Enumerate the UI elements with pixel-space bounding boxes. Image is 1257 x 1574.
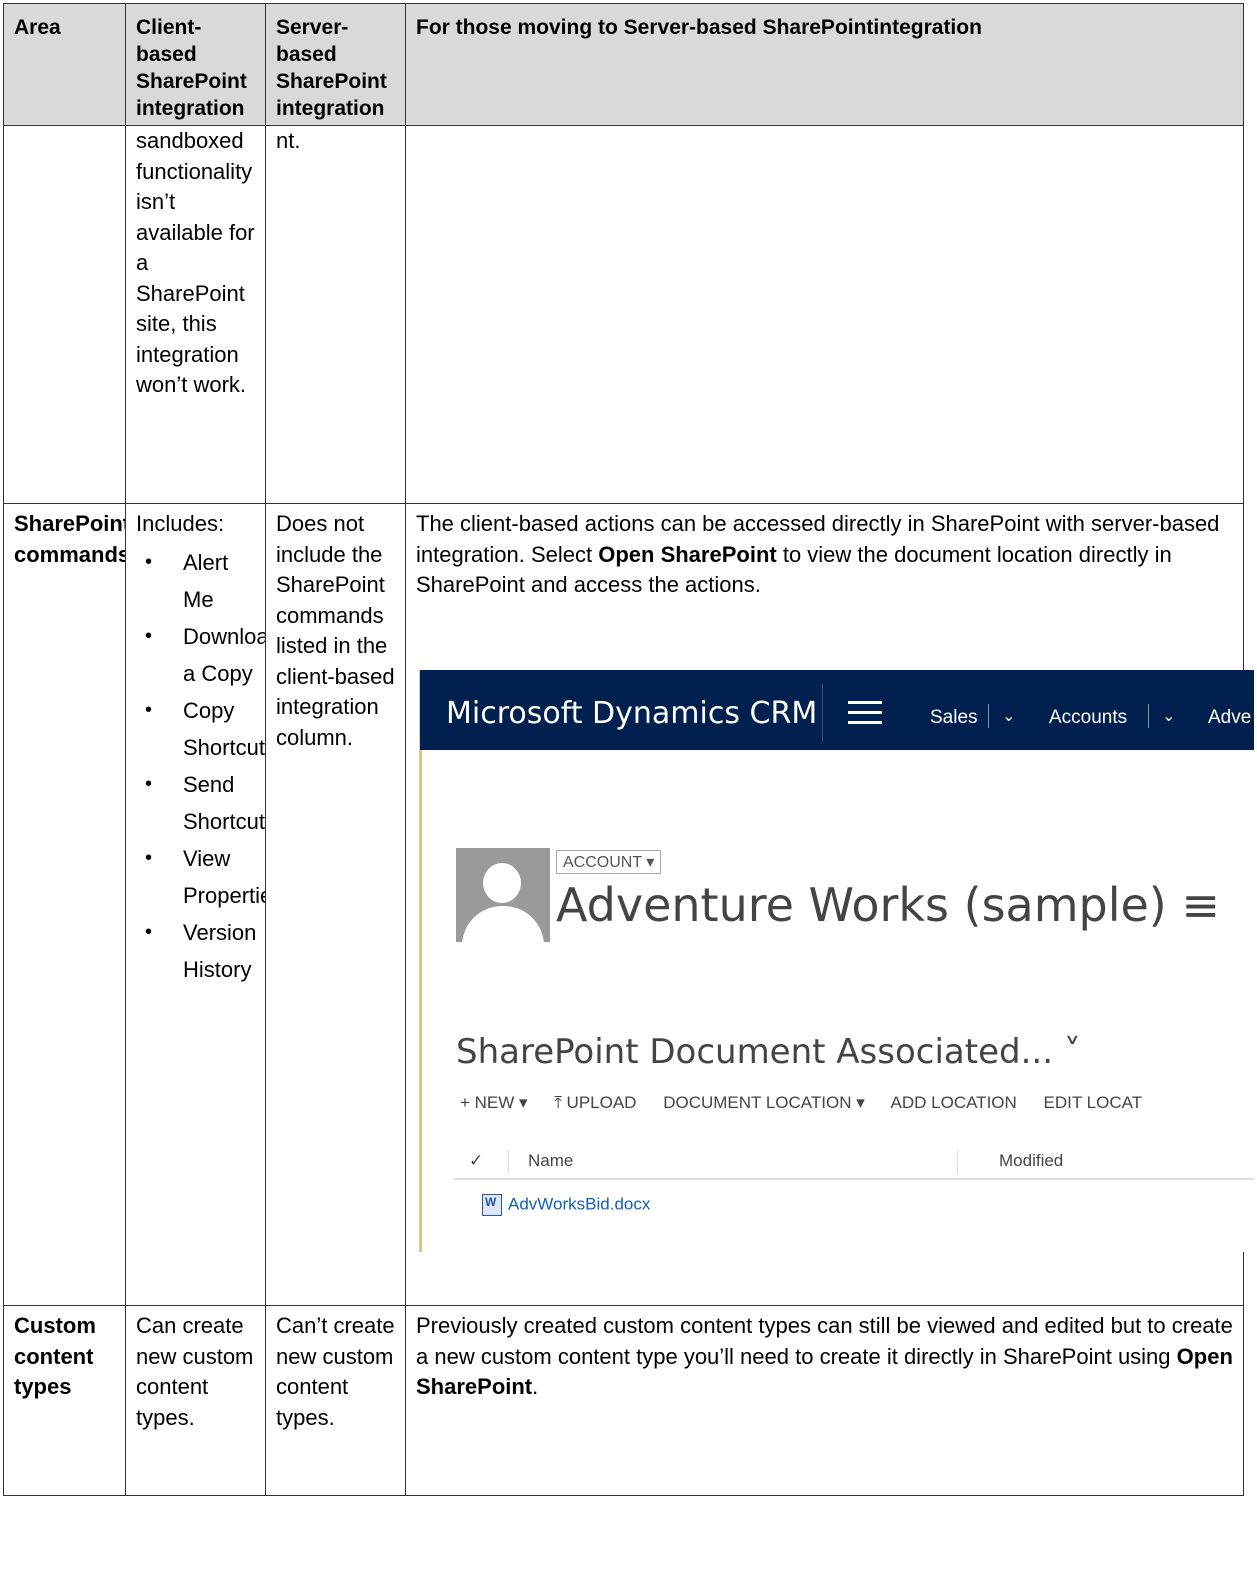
upload-button[interactable]: ⤒ UPLOAD <box>554 1093 636 1112</box>
cell-area: Custom content types <box>3 1305 126 1496</box>
list-item: View Properties <box>136 840 265 914</box>
navbar-divider <box>822 684 823 742</box>
table-header-row: Area Client-based SharePoint integration… <box>3 3 1244 126</box>
cell-client: Can create new custom content types. <box>125 1305 266 1496</box>
header-area: Area <box>3 3 126 126</box>
file-link[interactable]: AdvWorksBid.docx <box>508 1194 650 1213</box>
header-client: Client-based SharePoint integration <box>125 3 266 126</box>
document-location-button[interactable]: DOCUMENT LOCATION ▾ <box>663 1093 865 1112</box>
list-item: Send Shortcut <box>136 766 265 840</box>
cell-moving <box>405 125 1244 504</box>
cell-area: SharePoint commands <box>3 503 126 1306</box>
header-moving: For those moving to Server-based SharePo… <box>405 3 1244 126</box>
column-divider <box>957 1150 958 1174</box>
record-name: Adventure Works (sample) ≡ <box>556 878 1220 932</box>
table-row: Custom content types Can create new cust… <box>3 1305 1244 1496</box>
column-divider <box>508 1150 509 1174</box>
accent-rule <box>420 750 422 1252</box>
column-modified[interactable]: Modified <box>999 1151 1063 1171</box>
header-server: Server-based SharePoint integration <box>265 3 406 126</box>
entity-badge[interactable]: ACCOUNT ▾ <box>556 850 662 874</box>
chevron-down-icon[interactable]: ⌄ <box>1002 706 1015 726</box>
grid-header: ✓ Name Modified <box>454 1148 1254 1180</box>
new-button[interactable]: + NEW ▾ <box>460 1093 528 1112</box>
nav-sales[interactable]: Sales <box>930 707 978 729</box>
client-intro: Includes: <box>136 511 225 536</box>
cell-moving: Previously created custom content types … <box>405 1305 1244 1496</box>
nav-divider <box>988 704 989 728</box>
word-document-icon <box>482 1194 502 1216</box>
cell-client: sandboxed functionality isn’t available … <box>125 125 266 504</box>
edit-location-button[interactable]: EDIT LOCAT <box>1044 1093 1143 1112</box>
moving-text: Previously created custom content types … <box>416 1313 1233 1369</box>
check-icon[interactable]: ✓ <box>469 1151 483 1171</box>
cell-server: nt. <box>265 125 406 504</box>
avatar <box>456 848 550 942</box>
hamburger-menu-icon[interactable] <box>848 701 882 731</box>
cell-client: Includes: Alert Me Download a Copy Copy … <box>125 503 266 1306</box>
open-sharepoint-label: Open SharePoint <box>598 541 777 567</box>
list-item: Version History <box>136 914 256 988</box>
cell-server: Can’t create new custom content types. <box>265 1305 406 1496</box>
cell-area <box>3 125 126 504</box>
list-item[interactable]: AdvWorksBid.docx <box>482 1194 650 1216</box>
nav-adventure[interactable]: Adve <box>1208 707 1251 729</box>
crm-screenshot: Microsoft Dynamics CRM Sales ⌄ Accounts … <box>419 670 1254 1252</box>
document-toolbar: + NEW ▾ ⤒ UPLOAD DOCUMENT LOCATION ▾ ADD… <box>460 1093 1164 1113</box>
table-row: sandboxed functionality isn’t available … <box>3 125 1244 504</box>
list-item: Copy Shortcut <box>136 692 265 766</box>
add-location-button[interactable]: ADD LOCATION <box>891 1093 1017 1112</box>
cell-server: Does not include the SharePoint commands… <box>265 503 406 1306</box>
column-name[interactable]: Name <box>528 1151 573 1171</box>
section-title[interactable]: SharePoint Document Associated... ˅ <box>456 1032 1081 1072</box>
nav-divider <box>1148 704 1149 728</box>
list-item: Download a Copy <box>136 618 265 692</box>
crm-brand: Microsoft Dynamics CRM <box>446 696 818 731</box>
moving-text-end: . <box>532 1374 539 1399</box>
command-list: Alert Me Download a Copy Copy Shortcut S… <box>136 544 265 988</box>
nav-accounts[interactable]: Accounts <box>1049 707 1127 729</box>
crm-navbar: Microsoft Dynamics CRM Sales ⌄ Accounts … <box>420 670 1254 750</box>
list-item: Alert Me <box>136 544 255 618</box>
chevron-down-icon[interactable]: ⌄ <box>1162 706 1175 726</box>
